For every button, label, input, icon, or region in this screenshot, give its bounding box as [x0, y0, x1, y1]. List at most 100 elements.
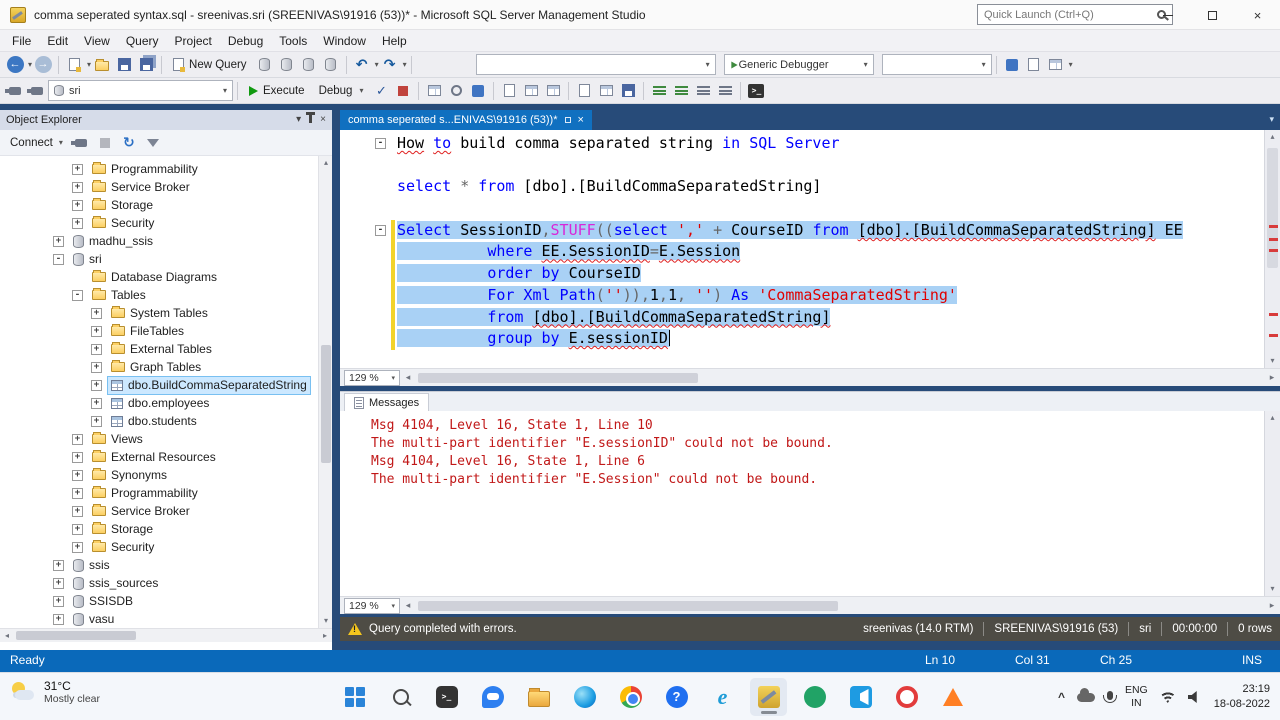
language-indicator[interactable]: ENG IN [1125, 684, 1148, 709]
messages-body[interactable]: Msg 4104, Level 16, State 1, Line 10 The … [340, 411, 1280, 596]
expand-icon[interactable]: + [91, 307, 102, 319]
scroll-left-icon[interactable]: ◂ [400, 372, 416, 383]
comment-selection-icon[interactable] [648, 80, 670, 102]
scroll-left-icon[interactable]: ◂ [400, 600, 416, 611]
scroll-right-icon[interactable]: ▸ [318, 629, 332, 643]
scroll-down-icon[interactable]: ▾ [1265, 354, 1280, 368]
redo-icon[interactable]: ↷ [379, 54, 401, 76]
vlc-button[interactable] [934, 678, 971, 716]
save-all-icon[interactable] [135, 54, 157, 76]
new-query-button[interactable]: New Query [166, 54, 254, 76]
tree-item-service-broker[interactable]: + Service Broker [0, 502, 318, 520]
uncomment-selection-icon[interactable] [670, 80, 692, 102]
scrollbar-thumb[interactable] [418, 600, 838, 611]
undo-icon[interactable]: ↶ [351, 54, 373, 76]
tree-item-dbo-students[interactable]: + dbo.students [0, 412, 318, 430]
editor-tab[interactable]: comma seperated s...ENIVAS\91916 (53))* … [340, 110, 592, 130]
menu-query[interactable]: Query [118, 32, 167, 50]
disconnect-icon[interactable] [70, 133, 91, 153]
specify-template-values-icon[interactable] [498, 80, 520, 102]
scroll-right-icon[interactable]: ▸ [1264, 600, 1280, 611]
code-line[interactable]: from [dbo].[BuildCommaSeparatedString] [340, 306, 1264, 329]
tree-item-security[interactable]: + Security [0, 214, 318, 232]
decrease-indent-icon[interactable] [692, 80, 714, 102]
toolbar-options-icon[interactable]: ▾ [1069, 60, 1073, 69]
scroll-down-icon[interactable]: ▾ [1265, 582, 1280, 596]
refresh-icon[interactable]: ↻ [119, 133, 139, 153]
tree-item-ssis[interactable]: + ssis [0, 556, 318, 574]
microphone-icon[interactable] [1103, 690, 1118, 703]
results-to-text-icon[interactable] [573, 80, 595, 102]
tree-item-vasu[interactable]: + vasu [0, 610, 318, 628]
open-file-icon[interactable] [91, 54, 113, 76]
vscode-button[interactable] [842, 678, 879, 716]
connect-dropdown[interactable]: Connect ▾ [6, 137, 67, 149]
results-to-file-icon[interactable] [617, 80, 639, 102]
tree-item-storage[interactable]: + Storage [0, 520, 318, 538]
quick-launch-input[interactable]: Quick Launch (Ctrl+Q) [977, 4, 1173, 25]
start-button[interactable] [336, 678, 373, 716]
expand-icon[interactable]: + [91, 361, 102, 373]
dmx-query-icon[interactable] [298, 54, 320, 76]
scroll-right-icon[interactable]: ▸ [1264, 372, 1280, 383]
database-engine-query-icon[interactable] [254, 54, 276, 76]
expand-icon[interactable]: + [91, 325, 102, 337]
include-client-statistics-icon[interactable] [542, 80, 564, 102]
cancel-query-icon[interactable] [392, 80, 414, 102]
messages-horizontal-scrollbar[interactable] [416, 600, 1264, 612]
expand-icon[interactable]: + [72, 433, 83, 445]
tree-horizontal-scrollbar[interactable]: ◂ ▸ [0, 628, 332, 642]
code-line[interactable]: group by E.sessionID [340, 328, 1264, 350]
scrollbar-thumb[interactable] [321, 344, 331, 463]
tree-item-dbo-employees[interactable]: + dbo.employees [0, 394, 318, 412]
menu-tools[interactable]: Tools [271, 32, 315, 50]
code-line[interactable]: where EE.SessionID=E.Session [340, 241, 1264, 264]
editor-horizontal-scrollbar[interactable] [416, 372, 1264, 384]
tree-item-filetables[interactable]: + FileTables [0, 322, 318, 340]
file-explorer-button[interactable] [520, 678, 557, 716]
tree-item-graph-tables[interactable]: + Graph Tables [0, 358, 318, 376]
expand-icon[interactable]: + [91, 415, 102, 427]
terminal-app-button[interactable]: >_ [428, 678, 465, 716]
tree-item-storage[interactable]: + Storage [0, 196, 318, 214]
minimize-button[interactable] [1145, 0, 1190, 30]
sqlcmd-mode-icon[interactable]: >_ [745, 80, 767, 102]
expand-icon[interactable]: + [72, 181, 83, 193]
collapse-icon[interactable]: - [53, 253, 64, 265]
menu-project[interactable]: Project [167, 32, 220, 50]
query-options-icon[interactable] [445, 80, 467, 102]
expand-icon[interactable]: + [72, 451, 83, 463]
tree-item-system-tables[interactable]: + System Tables [0, 304, 318, 322]
save-icon[interactable] [113, 54, 135, 76]
pin-tab-icon[interactable] [564, 117, 571, 123]
volume-icon[interactable] [1187, 691, 1197, 703]
include-actual-plan-icon[interactable] [520, 80, 542, 102]
code-line[interactable] [340, 155, 1264, 177]
expand-icon[interactable]: + [72, 217, 83, 229]
red-circle-app-button[interactable] [888, 678, 925, 716]
xmla-query-icon[interactable] [320, 54, 342, 76]
redo-dropdown-icon[interactable]: ▾ [403, 60, 407, 69]
expand-icon[interactable]: + [72, 523, 83, 535]
filter-icon[interactable] [143, 133, 163, 153]
available-databases-combo[interactable]: sri ▾ [48, 80, 233, 101]
expand-icon[interactable]: + [91, 343, 102, 355]
chrome-browser-button[interactable] [612, 678, 649, 716]
chat-app-button[interactable] [474, 678, 511, 716]
green-circle-app-button[interactable] [796, 678, 833, 716]
solution-configurations-combo[interactable]: ▾ [881, 54, 992, 75]
toolbar-combo[interactable]: ▾ [475, 54, 716, 75]
hidden-icons-chevron[interactable]: ^ [1058, 690, 1065, 704]
code-line[interactable]: select * from [dbo].[BuildCommaSeparated… [340, 176, 1264, 198]
tree-item-synonyms[interactable]: + Synonyms [0, 466, 318, 484]
edge-browser-button[interactable] [566, 678, 603, 716]
tree-item-sri[interactable]: - sri [0, 250, 318, 268]
collapse-icon[interactable]: - [72, 289, 83, 301]
tree-vertical-scrollbar[interactable]: ▴ ▾ [318, 156, 332, 628]
tree-item-dbo-buildcommaseparatedstring[interactable]: + dbo.BuildCommaSeparatedString [0, 375, 318, 395]
code-line[interactable]: - Select SessionID,STUFF((select ',' + Co… [340, 219, 1264, 242]
expand-icon[interactable]: + [53, 235, 64, 247]
tree-item-madhu-ssis[interactable]: + madhu_ssis [0, 232, 318, 250]
internet-explorer-button[interactable]: e [704, 678, 741, 716]
expand-icon[interactable]: + [72, 199, 83, 211]
